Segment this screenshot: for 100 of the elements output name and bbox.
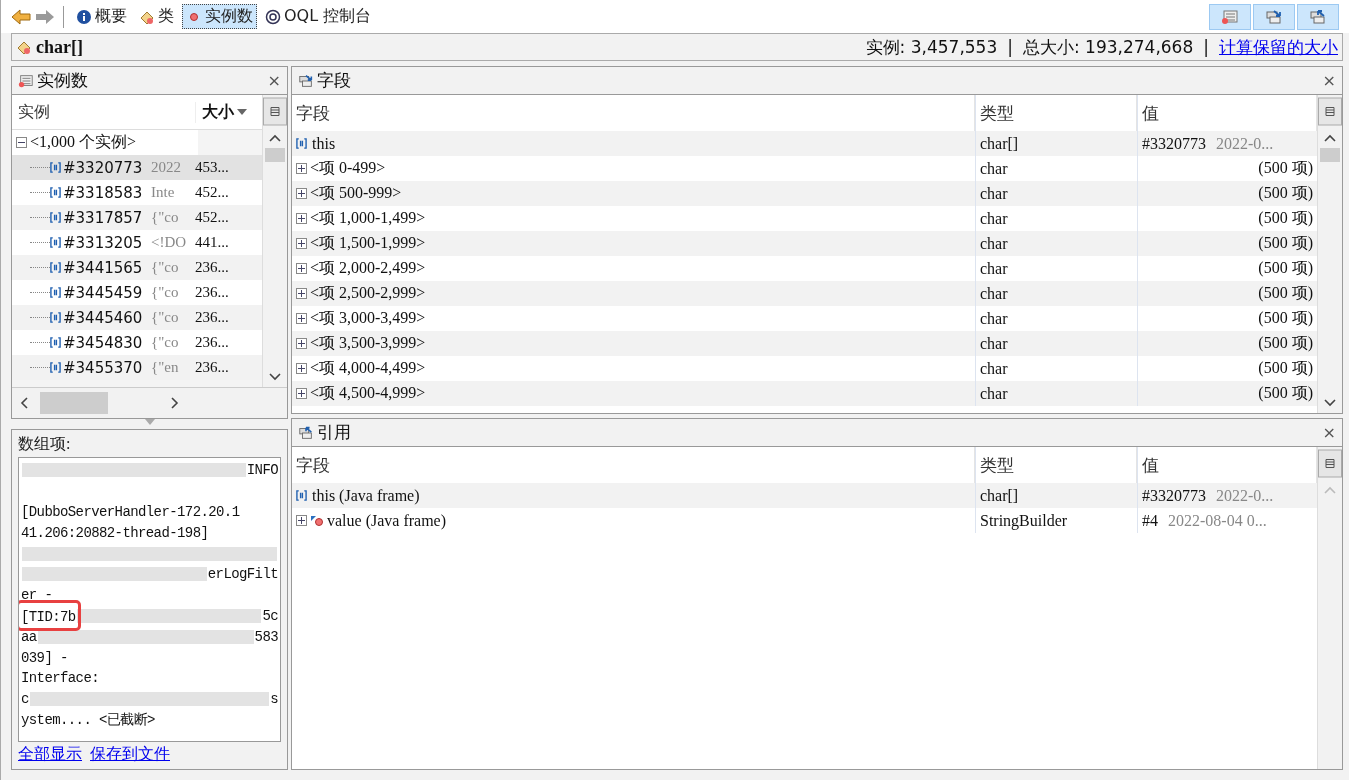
array-text: c	[21, 691, 29, 708]
instance-size: 452...	[194, 184, 230, 201]
instance-id: #3454830	[63, 333, 144, 352]
field-name[interactable]: <项 3,500-3,999>	[310, 333, 426, 354]
array-icon	[50, 362, 61, 373]
close-button[interactable]: ×	[1322, 71, 1336, 90]
instance-row[interactable]: #3320773 2022 453...	[12, 155, 262, 180]
expand-icon[interactable]	[296, 388, 307, 399]
view-tab[interactable]: 概要	[72, 4, 131, 29]
field-name[interactable]: <项 3,000-3,499>	[310, 308, 426, 329]
expand-icon[interactable]	[296, 313, 307, 324]
instance-row[interactable]: #3454830 {"co 236...	[12, 330, 262, 355]
scroll-right-icon[interactable]	[171, 397, 179, 409]
field-name[interactable]: this (Java frame)	[312, 486, 420, 505]
field-name[interactable]: <项 500-999>	[310, 183, 402, 204]
instances-icon	[18, 72, 34, 89]
forward-arrow-icon[interactable]	[35, 8, 55, 25]
back-arrow-icon[interactable]	[11, 8, 31, 25]
instance-row[interactable]: #3445459 {"co 236...	[12, 280, 262, 305]
expand-icon[interactable]	[296, 213, 307, 224]
array-icon	[50, 212, 61, 223]
column-picker-icon[interactable]	[1318, 95, 1342, 128]
field-name[interactable]: <项 4,000-4,499>	[310, 358, 426, 379]
scroll-up-icon[interactable]	[269, 134, 281, 142]
view-tab[interactable]: OQL 控制台	[261, 4, 376, 29]
field-name[interactable]: <项 4,500-4,999>	[310, 383, 426, 404]
field-value: #4	[1142, 511, 1158, 530]
expand-icon[interactable]	[296, 288, 307, 299]
fields-view-button[interactable]	[1253, 3, 1295, 30]
array-text: s	[270, 691, 278, 708]
scroll-up-icon[interactable]	[1324, 134, 1336, 142]
scroll-down-icon[interactable]	[1324, 399, 1336, 407]
scrollbar-thumb[interactable]	[40, 392, 108, 414]
scrollbar-thumb[interactable]	[1320, 148, 1340, 162]
info-icon	[76, 8, 92, 25]
instance-size: 452...	[194, 209, 230, 226]
instance-size: 236...	[194, 334, 230, 351]
value-preview: 2022-0...	[1216, 486, 1274, 505]
column-picker-icon[interactable]	[1318, 447, 1342, 480]
instance-row[interactable]: #3313205 <!DO 441...	[12, 230, 262, 255]
tables-arrow-icon	[1265, 8, 1283, 25]
item-count: (500 项)	[1258, 158, 1313, 179]
field-name[interactable]: <项 2,000-2,499>	[310, 258, 426, 279]
expand-icon[interactable]	[296, 238, 307, 249]
scroll-down-icon[interactable]	[269, 373, 281, 381]
item-count: (500 项)	[1258, 283, 1313, 304]
expand-icon[interactable]	[296, 515, 307, 526]
array-icon	[50, 312, 61, 323]
array-icon	[50, 162, 61, 173]
instance-id: #3313205	[63, 233, 144, 252]
compute-retained-link[interactable]: 计算保留的大小	[1219, 35, 1338, 59]
column-header[interactable]: 实例	[12, 101, 195, 123]
sort-caret-icon[interactable]	[237, 109, 247, 115]
instance-preview: {"co	[151, 284, 180, 301]
field-type: StringBuilder	[975, 508, 1137, 533]
array-icon	[50, 262, 61, 273]
instance-size: 236...	[194, 259, 230, 276]
close-button[interactable]: ×	[267, 71, 281, 90]
array-text: [DubboServerHandler-172.20.1	[21, 504, 240, 520]
action-link[interactable]: 保存到文件	[90, 744, 170, 765]
item-count: (500 项)	[1258, 383, 1313, 404]
expand-icon[interactable]	[296, 338, 307, 349]
instance-size: 236...	[194, 309, 230, 326]
references-view-button[interactable]	[1297, 3, 1339, 30]
instance-id: #3317857	[63, 208, 144, 227]
item-count: (500 项)	[1258, 258, 1313, 279]
instance-row[interactable]: #3318583 Inte 452...	[12, 180, 262, 205]
field-name[interactable]: this	[312, 134, 336, 153]
scrollbar-thumb[interactable]	[265, 148, 285, 162]
field-value: #3320773	[1142, 486, 1206, 505]
instance-size: 236...	[194, 359, 230, 376]
separator: |	[1007, 37, 1013, 57]
expand-icon[interactable]	[296, 163, 307, 174]
field-name[interactable]: <项 0-499>	[310, 158, 386, 179]
array-text: 5c	[262, 607, 278, 624]
collapse-icon[interactable]	[16, 137, 27, 148]
view-tab[interactable]: 类	[135, 4, 178, 29]
field-name[interactable]: <项 1,500-1,999>	[310, 233, 426, 254]
view-tab[interactable]: 实例数	[182, 4, 257, 29]
expand-icon[interactable]	[296, 363, 307, 374]
list-view-button[interactable]	[1209, 3, 1251, 30]
instance-preview: {"co	[151, 259, 180, 276]
field-name[interactable]: <项 1,000-1,499>	[310, 208, 426, 229]
expand-icon[interactable]	[296, 263, 307, 274]
column-picker-icon[interactable]	[263, 95, 287, 128]
close-button[interactable]: ×	[1322, 423, 1336, 442]
array-icon	[50, 237, 61, 248]
expand-icon[interactable]	[296, 188, 307, 199]
action-link[interactable]: 全部显示	[18, 744, 82, 765]
item-count: (500 项)	[1258, 183, 1313, 204]
scroll-left-icon[interactable]	[20, 397, 28, 409]
field-name[interactable]: <项 2,500-2,999>	[310, 283, 426, 304]
field-name[interactable]: value (Java frame)	[327, 511, 447, 530]
target-icon	[265, 8, 281, 25]
instance-preview: Inte	[151, 184, 176, 201]
array-icon	[50, 287, 61, 298]
instance-size: 453...	[194, 159, 230, 176]
instance-id: #3445459	[63, 283, 144, 302]
item-count: (500 项)	[1258, 333, 1313, 354]
item-count: (500 项)	[1258, 233, 1313, 254]
